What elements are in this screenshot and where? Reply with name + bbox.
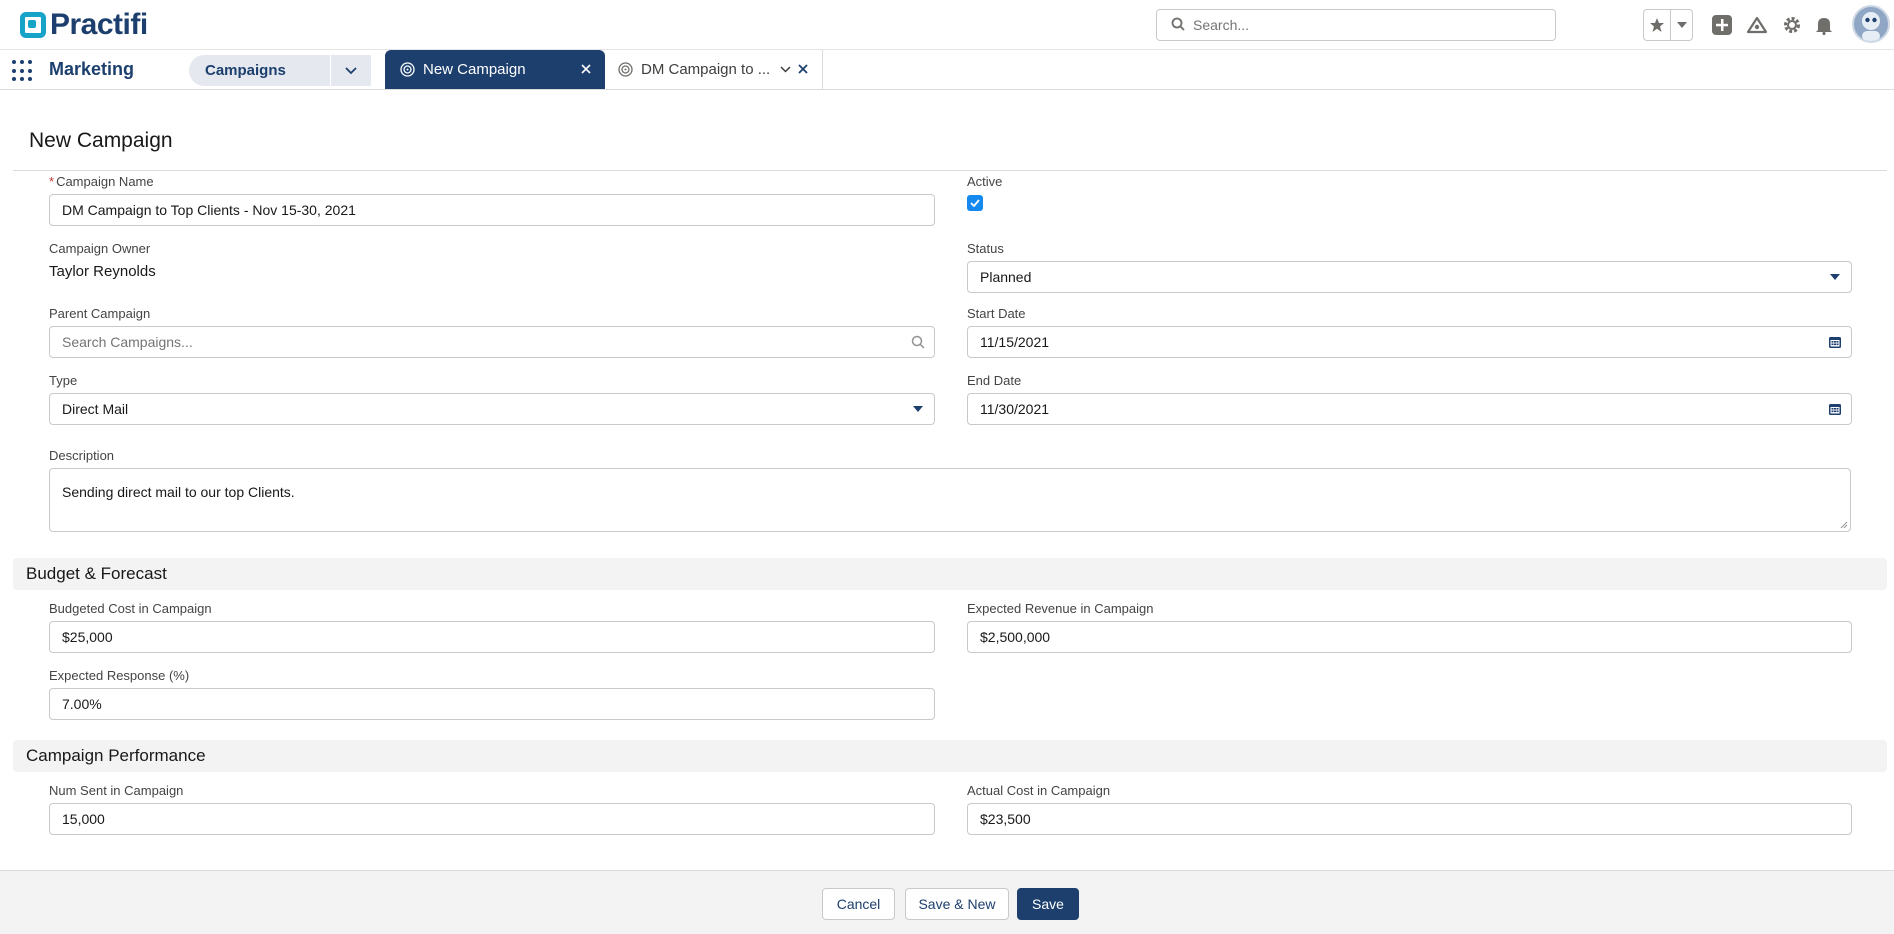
- nav-item-campaigns-label[interactable]: Campaigns: [189, 62, 330, 79]
- chevron-down-icon[interactable]: [330, 55, 370, 86]
- calendar-icon[interactable]: [1819, 327, 1851, 357]
- start-date-label: Start Date: [967, 306, 1026, 321]
- dropdown-arrow-icon[interactable]: [1819, 262, 1851, 292]
- required-marker: *: [49, 174, 55, 189]
- divider: [13, 170, 1887, 171]
- search-icon: [902, 327, 934, 357]
- campaign-name-value[interactable]: DM Campaign to Top Clients - Nov 15-30, …: [62, 202, 934, 218]
- chevron-down-icon[interactable]: [778, 62, 792, 76]
- budgeted-cost-label: Budgeted Cost in Campaign: [49, 601, 212, 616]
- user-avatar[interactable]: [1852, 5, 1890, 43]
- resize-handle-icon: [1840, 521, 1848, 529]
- num-sent-value[interactable]: 15,000: [62, 811, 934, 827]
- calendar-icon[interactable]: [1819, 394, 1851, 424]
- checkmark-icon: [970, 199, 980, 207]
- app-launcher-icon[interactable]: [12, 60, 34, 82]
- type-label: Type: [49, 373, 78, 388]
- parent-campaign-label: Parent Campaign: [49, 306, 151, 321]
- campaign-owner-value: Taylor Reynolds: [49, 263, 156, 280]
- cancel-button[interactable]: Cancel: [822, 888, 895, 920]
- global-header: Practifi: [0, 0, 1894, 50]
- budgeted-cost-field[interactable]: $25,000: [49, 621, 935, 653]
- actual-cost-value[interactable]: $23,500: [980, 811, 1851, 827]
- end-date-label: End Date: [967, 373, 1022, 388]
- nav-item-campaigns[interactable]: Campaigns: [189, 55, 371, 86]
- num-sent-field[interactable]: 15,000: [49, 803, 935, 835]
- expected-revenue-label: Expected Revenue in Campaign: [967, 601, 1154, 616]
- star-icon: [1650, 18, 1664, 32]
- start-date-value[interactable]: 11/15/2021: [980, 334, 1819, 350]
- section-campaign-performance[interactable]: Campaign Performance: [13, 740, 1887, 772]
- parent-campaign-lookup[interactable]: Search Campaigns...: [49, 326, 935, 358]
- description-textarea[interactable]: Sending direct mail to our top Clients.: [49, 468, 1851, 532]
- page-title: New Campaign: [29, 129, 173, 152]
- status-select[interactable]: Planned: [967, 261, 1852, 293]
- global-search[interactable]: [1156, 9, 1556, 41]
- description-value[interactable]: Sending direct mail to our top Clients.: [62, 484, 295, 500]
- actual-cost-label: Actual Cost in Campaign: [967, 783, 1111, 798]
- trailhead-icon[interactable]: [1745, 13, 1769, 37]
- campaign-target-icon: [617, 62, 633, 78]
- tab-label: DM Campaign to ...: [641, 61, 771, 78]
- actual-cost-field[interactable]: $23,500: [967, 803, 1852, 835]
- expected-response-value[interactable]: 7.00%: [62, 696, 934, 712]
- close-icon[interactable]: [579, 62, 593, 76]
- budgeted-cost-value[interactable]: $25,000: [62, 629, 934, 645]
- search-icon: [1171, 17, 1185, 34]
- campaign-owner-label: Campaign Owner: [49, 241, 151, 256]
- num-sent-label: Num Sent in Campaign: [49, 783, 184, 798]
- expected-revenue-field[interactable]: $2,500,000: [967, 621, 1852, 653]
- campaign-name-label: * Campaign Name: [49, 174, 154, 189]
- logo-text: Practifi: [50, 8, 148, 41]
- parent-campaign-placeholder[interactable]: Search Campaigns...: [62, 334, 902, 350]
- global-actions-add-icon[interactable]: [1710, 13, 1734, 37]
- section-budget-forecast[interactable]: Budget & Forecast: [13, 558, 1887, 590]
- setup-gear-icon[interactable]: [1780, 13, 1804, 37]
- logo-mark-icon: [20, 12, 46, 38]
- active-checkbox[interactable]: [967, 195, 983, 211]
- expected-response-label: Expected Response (%): [49, 668, 190, 683]
- tab-new-campaign[interactable]: New Campaign: [385, 50, 605, 89]
- status-value[interactable]: Planned: [980, 269, 1819, 285]
- expected-response-field[interactable]: 7.00%: [49, 688, 935, 720]
- campaign-name-field[interactable]: DM Campaign to Top Clients - Nov 15-30, …: [49, 194, 935, 226]
- practifi-logo[interactable]: Practifi: [20, 9, 148, 41]
- tab-dm-campaign[interactable]: DM Campaign to ...: [605, 50, 823, 89]
- save-and-new-button[interactable]: Save & New: [905, 888, 1009, 920]
- avatar-icon: [1862, 12, 1880, 41]
- end-date-value[interactable]: 11/30/2021: [980, 401, 1819, 417]
- global-search-input[interactable]: [1193, 17, 1533, 33]
- tab-label: New Campaign: [423, 61, 526, 78]
- favorites-star-button[interactable]: [1644, 10, 1670, 40]
- app-navbar: Marketing Campaigns New Campaign DM Camp…: [0, 50, 1894, 90]
- active-label: Active: [967, 174, 1003, 189]
- favorites-menu-button[interactable]: [1670, 10, 1692, 40]
- start-date-field[interactable]: 11/15/2021: [967, 326, 1852, 358]
- expected-revenue-value[interactable]: $2,500,000: [980, 629, 1851, 645]
- description-label: Description: [49, 448, 115, 463]
- save-button[interactable]: Save: [1017, 888, 1079, 920]
- dropdown-arrow-icon[interactable]: [902, 394, 934, 424]
- type-select[interactable]: Direct Mail: [49, 393, 935, 425]
- status-label: Status: [967, 241, 1004, 256]
- chevron-down-icon: [1676, 22, 1687, 28]
- campaign-target-icon: [399, 62, 415, 78]
- close-icon[interactable]: [796, 62, 810, 76]
- app-name: Marketing: [49, 59, 135, 79]
- notification-bell-icon[interactable]: [1812, 13, 1836, 37]
- end-date-field[interactable]: 11/30/2021: [967, 393, 1852, 425]
- favorites-group: [1643, 9, 1693, 41]
- type-value[interactable]: Direct Mail: [62, 401, 902, 417]
